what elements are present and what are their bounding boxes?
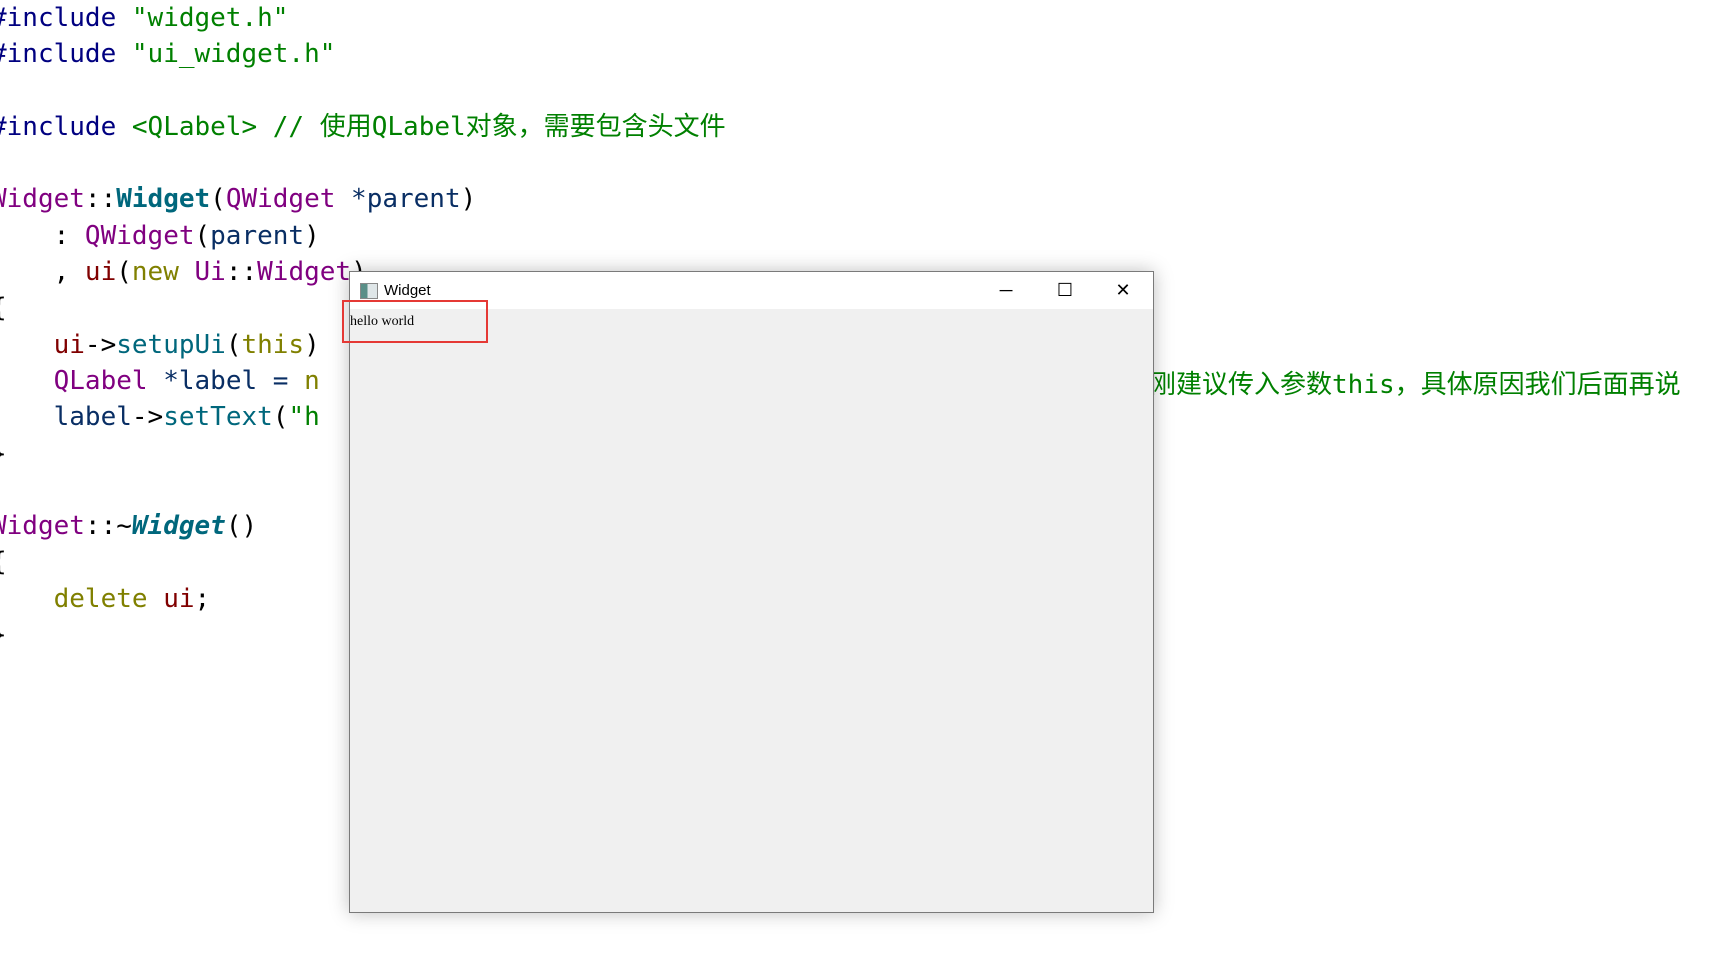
code-comment-overflow: 刚建议传入参数this，具体原因我们后面再说 — [1150, 370, 1681, 400]
code-token: parent — [210, 220, 305, 251]
code-token: n — [304, 365, 320, 396]
code-token: QWidget — [84, 220, 195, 251]
code-token: delete — [0, 583, 148, 614]
code-token: Widget — [116, 184, 211, 215]
code-token: ui — [147, 583, 195, 614]
app-icon — [360, 283, 378, 299]
code-token: : — [0, 220, 85, 251]
code-token: ( — [210, 184, 226, 215]
code-token: ) — [304, 220, 320, 251]
code-token: new — [131, 257, 179, 288]
code-token: ui — [0, 329, 85, 360]
code-token: ; — [194, 583, 211, 614]
code-token: ( — [225, 329, 242, 360]
code-token: ) — [460, 184, 477, 215]
code-token: { — [0, 547, 7, 577]
code-token: , — [0, 257, 85, 288]
code-token: this — [241, 329, 305, 360]
code-token: ( — [272, 402, 289, 433]
code-token: #include — [0, 111, 132, 142]
highlight-box — [342, 300, 488, 343]
code-token: :: — [84, 184, 117, 215]
code-line: #include "ui_widget.h" — [0, 36, 726, 72]
code-line: #include "widget.h" — [0, 0, 726, 36]
code-token: QLabel — [0, 365, 148, 396]
window-title: Widget — [384, 282, 431, 299]
code-token: } — [0, 620, 7, 650]
code-token: setupUi — [116, 329, 226, 360]
code-token: -> — [84, 329, 117, 360]
code-token: "widget.h" — [131, 3, 289, 33]
code-token: #include — [0, 3, 132, 33]
code-token: ::~ — [84, 511, 132, 542]
code-token: label — [0, 402, 132, 433]
maximize-button[interactable]: ☐ — [1036, 272, 1094, 309]
code-token: Widget — [0, 511, 85, 542]
code-token: ( — [194, 220, 211, 251]
code-token: "h — [288, 402, 320, 433]
code-token: ) — [304, 329, 320, 360]
code-line: : QWidget(parent) — [0, 218, 726, 254]
code-line: Widget::Widget(QWidget *parent) — [0, 181, 726, 217]
close-button[interactable]: ✕ — [1094, 272, 1152, 309]
widget-window: Widget ─ ☐ ✕ hello world — [349, 271, 1154, 913]
minimize-button[interactable]: ─ — [977, 272, 1035, 309]
code-token: QWidget — [225, 184, 336, 215]
code-token: Widget — [0, 184, 85, 215]
code-token: Widget — [131, 511, 226, 542]
code-token: <QLabel> — [131, 111, 258, 142]
code-token: ( — [116, 257, 132, 288]
code-token: } — [0, 439, 7, 469]
code-token: #include — [0, 39, 132, 70]
code-token: :: — [225, 257, 258, 288]
code-token: Ui — [178, 257, 226, 288]
code-line: #include <QLabel> // 使用QLabel对象，需要包含头文件 — [0, 109, 726, 145]
code-token: *label = — [147, 365, 305, 396]
code-token: -> — [131, 402, 164, 433]
code-token: // 使用QLabel对象，需要包含头文件 — [257, 111, 726, 142]
code-token: "ui_widget.h" — [131, 39, 336, 70]
code-token: () — [225, 511, 258, 542]
code-token: setText — [163, 402, 273, 433]
code-token: ui — [84, 257, 117, 288]
code-token: Widget — [257, 257, 352, 288]
code-token: { — [0, 293, 7, 323]
code-token: *parent — [335, 184, 461, 215]
